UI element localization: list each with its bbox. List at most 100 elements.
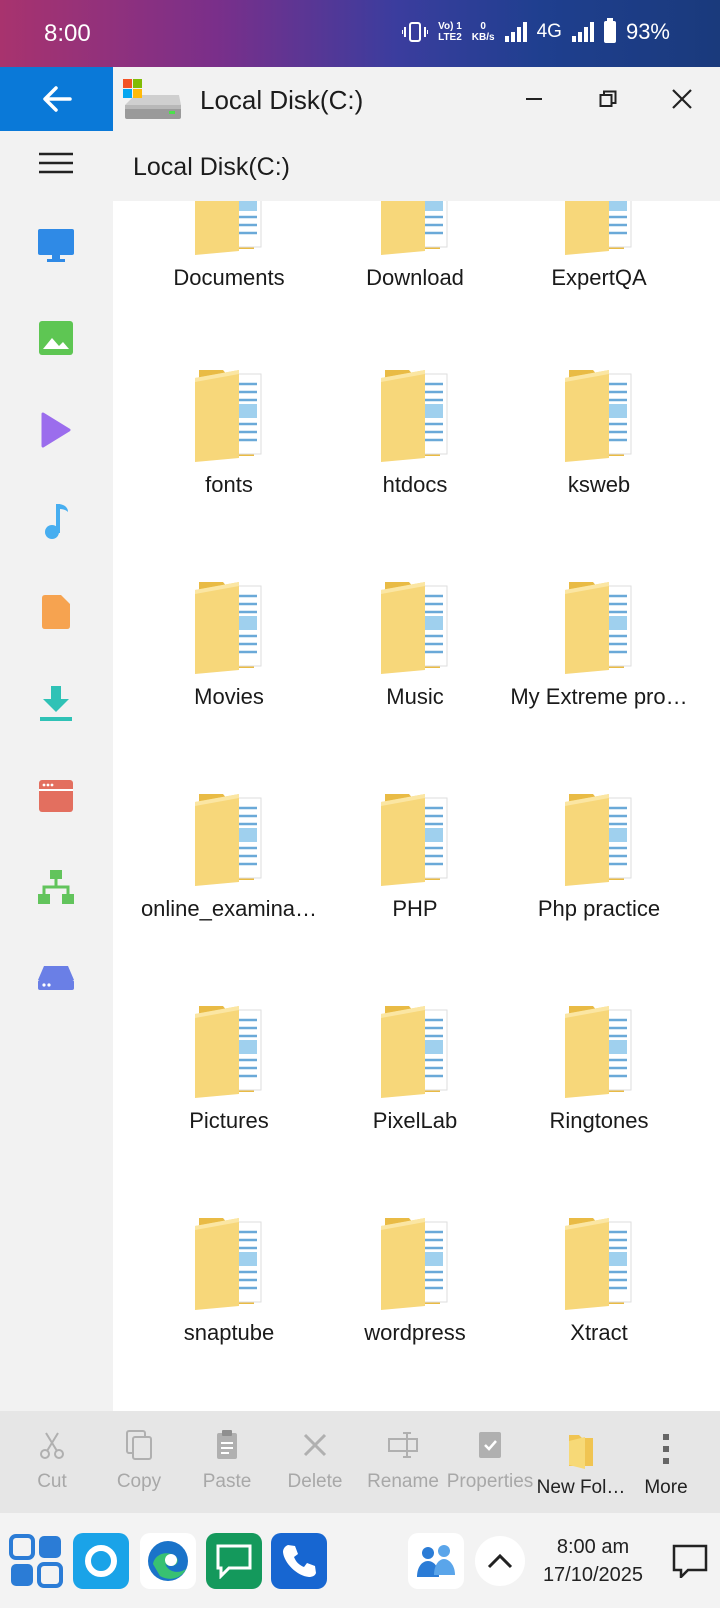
document-icon xyxy=(42,595,70,629)
folder-icon xyxy=(381,794,448,886)
sidebar-item-network[interactable] xyxy=(36,868,76,908)
clipboard-icon xyxy=(217,1430,237,1459)
folder-name: ExpertQA xyxy=(551,265,647,290)
sidebar-item-pictures[interactable] xyxy=(36,318,76,358)
back-button[interactable] xyxy=(0,67,113,131)
folder-icon xyxy=(195,1218,262,1310)
folder-name: Ringtones xyxy=(549,1108,649,1133)
folder-item[interactable]: Xtract xyxy=(504,1214,694,1364)
folder-name: Download xyxy=(366,265,464,290)
notification-icon xyxy=(672,1544,708,1578)
folder-name: My Extreme pro… xyxy=(510,684,688,709)
more-vertical-icon xyxy=(663,1434,669,1464)
folder-icon xyxy=(195,201,262,255)
folder-grid: Documents Download ExpertQA fonts htdocs… xyxy=(113,201,720,1411)
folder-name: Music xyxy=(386,684,444,709)
folder-item[interactable]: snaptube xyxy=(134,1214,324,1364)
folder-item[interactable]: Pictures xyxy=(134,1002,324,1152)
taskbar-app-phone[interactable] xyxy=(271,1533,327,1589)
folder-item[interactable]: Movies xyxy=(134,578,324,728)
more-button[interactable]: More xyxy=(622,1411,710,1513)
battery-icon xyxy=(603,18,616,43)
action-toolbar: Cut Copy Paste Delete Rename Properties … xyxy=(0,1411,720,1513)
folder-icon xyxy=(381,582,448,674)
new-folder-icon xyxy=(569,1435,593,1469)
folder-icon xyxy=(381,1006,448,1098)
taskbar-clock[interactable]: 8:00 am 17/10/2025 xyxy=(530,1533,656,1589)
copy-button[interactable]: Copy xyxy=(95,1411,183,1513)
folder-item[interactable]: PHP xyxy=(320,790,510,940)
minimize-button[interactable] xyxy=(514,79,554,119)
taskbar-app-messages[interactable] xyxy=(206,1533,262,1589)
folder-icon xyxy=(565,201,632,255)
properties-check-icon xyxy=(479,1432,501,1458)
paste-button[interactable]: Paste xyxy=(183,1411,271,1513)
folder-icon xyxy=(565,1218,632,1310)
sidebar-item-apps[interactable] xyxy=(36,776,76,816)
taskbar-app-people[interactable] xyxy=(408,1533,464,1589)
folder-name: Xtract xyxy=(570,1320,628,1345)
sidebar-item-music[interactable] xyxy=(36,501,76,541)
app-window-icon xyxy=(39,780,73,812)
folder-name: Php practice xyxy=(537,896,661,921)
restore-icon xyxy=(599,90,617,107)
folder-name: Pictures xyxy=(189,1108,269,1133)
folder-item[interactable]: Ringtones xyxy=(504,1002,694,1152)
pictures-icon xyxy=(39,321,73,355)
folder-item[interactable]: ksweb xyxy=(504,366,694,516)
folder-item[interactable]: Download xyxy=(320,201,510,309)
minimize-icon xyxy=(526,98,542,100)
network-icon xyxy=(38,870,74,904)
battery-level: 93% xyxy=(625,19,670,44)
start-button[interactable] xyxy=(8,1533,64,1589)
chevron-up-icon xyxy=(487,1553,513,1569)
path-bar: Local Disk(C:) xyxy=(113,131,720,201)
sidebar-item-desktop[interactable] xyxy=(36,226,76,266)
folder-item[interactable]: ExpertQA xyxy=(504,201,694,309)
volte-indicator: Vo) 1 LTE2 xyxy=(438,21,462,43)
close-button[interactable] xyxy=(662,79,702,119)
network-speed: 0 KB/s xyxy=(471,21,495,43)
folder-item[interactable]: My Extreme pro… xyxy=(504,578,694,728)
notifications-button[interactable] xyxy=(662,1533,718,1589)
restore-button[interactable] xyxy=(588,79,628,119)
drive-icon xyxy=(38,966,74,990)
folder-item[interactable]: PixelLab xyxy=(320,1002,510,1152)
sidebar-item-documents[interactable] xyxy=(36,592,76,632)
folder-icon xyxy=(195,1006,262,1098)
taskbar: 8:00 am 17/10/2025 xyxy=(0,1513,720,1608)
folder-item[interactable]: Documents xyxy=(134,201,324,309)
properties-button[interactable]: Properties xyxy=(446,1411,534,1513)
title-bar: Local Disk(C:) xyxy=(0,67,720,131)
folder-item[interactable]: Music xyxy=(320,578,510,728)
download-icon xyxy=(40,686,72,721)
signal-icon xyxy=(504,22,527,42)
taskbar-app-cortana[interactable] xyxy=(73,1533,129,1589)
folder-item[interactable]: online_examina… xyxy=(134,790,324,940)
delete-button[interactable]: Delete xyxy=(271,1411,359,1513)
sidebar-item-downloads[interactable] xyxy=(36,684,76,724)
chat-bubble-icon xyxy=(216,1544,252,1579)
rename-button[interactable]: Rename xyxy=(359,1411,447,1513)
folder-item[interactable]: htdocs xyxy=(320,366,510,516)
folder-name: Documents xyxy=(173,265,285,290)
current-path: Local Disk(C:) xyxy=(133,153,290,181)
folder-icon xyxy=(381,201,448,255)
sidebar xyxy=(0,131,113,1411)
folder-name: ksweb xyxy=(567,472,631,497)
show-hidden-icons-button[interactable] xyxy=(475,1536,525,1586)
folder-item[interactable]: Php practice xyxy=(504,790,694,940)
sidebar-item-drive[interactable] xyxy=(36,958,76,998)
menu-button[interactable] xyxy=(36,143,76,183)
folder-icon xyxy=(565,1006,632,1098)
vibrate-icon xyxy=(402,22,429,42)
videos-icon xyxy=(41,412,71,448)
folder-item[interactable]: fonts xyxy=(134,366,324,516)
taskbar-app-edge[interactable] xyxy=(140,1533,196,1589)
folder-item[interactable]: wordpress xyxy=(320,1214,510,1364)
folder-name: snaptube xyxy=(183,1320,275,1345)
phone-icon xyxy=(283,1545,316,1577)
copy-icon xyxy=(126,1430,152,1460)
cut-button[interactable]: Cut xyxy=(8,1411,96,1513)
sidebar-item-videos[interactable] xyxy=(36,410,76,450)
